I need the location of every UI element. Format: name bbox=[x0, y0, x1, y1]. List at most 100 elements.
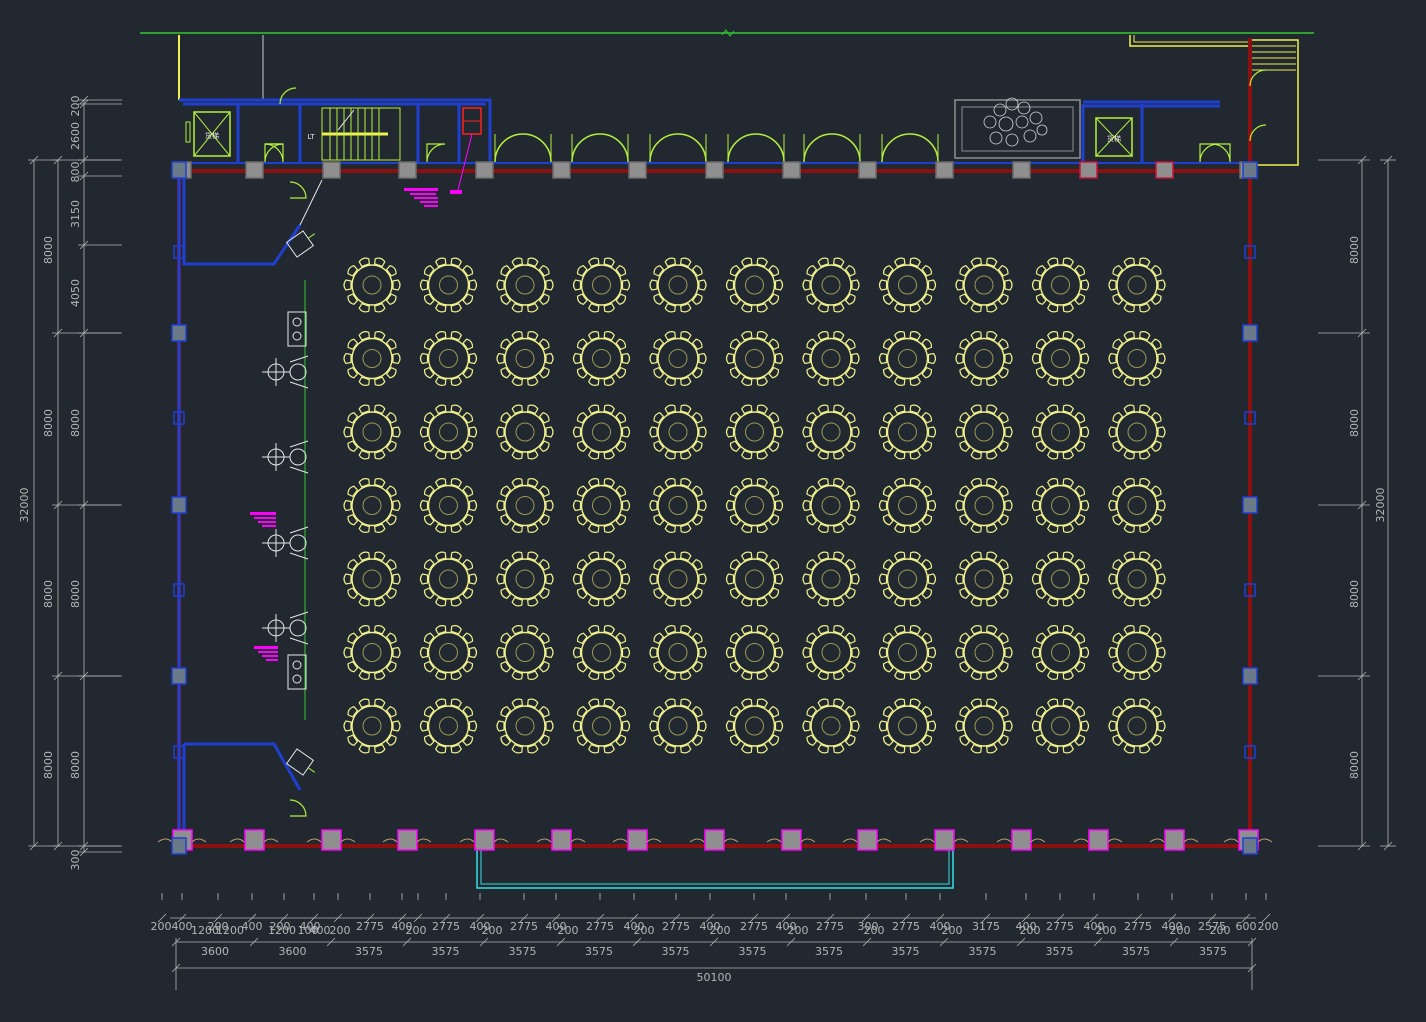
chair bbox=[698, 426, 707, 438]
chair bbox=[959, 587, 971, 599]
banquet-table bbox=[1108, 624, 1166, 681]
banquet-table bbox=[802, 404, 860, 460]
chair bbox=[468, 279, 478, 291]
chair bbox=[882, 513, 894, 526]
chair bbox=[955, 426, 964, 438]
banquet-table bbox=[1108, 477, 1166, 534]
chair bbox=[802, 426, 811, 438]
banquet-table bbox=[649, 257, 707, 313]
chair bbox=[1035, 338, 1047, 351]
chair bbox=[774, 573, 784, 585]
chair bbox=[921, 485, 933, 498]
chair bbox=[1035, 513, 1047, 526]
chair bbox=[955, 352, 964, 365]
chair bbox=[576, 587, 588, 599]
banquet-table bbox=[343, 404, 401, 460]
banquet-table bbox=[955, 551, 1013, 607]
banquet-table bbox=[1108, 330, 1166, 387]
chair bbox=[615, 440, 627, 452]
chair bbox=[882, 587, 894, 599]
chair bbox=[729, 366, 741, 379]
chair bbox=[959, 485, 971, 498]
dimension-text: 200 bbox=[1170, 924, 1191, 937]
dimension-text: 3575 bbox=[662, 945, 690, 958]
chair bbox=[419, 426, 429, 438]
chair bbox=[423, 293, 435, 305]
dimension-text: 2775 bbox=[356, 920, 384, 933]
chair bbox=[768, 660, 780, 673]
chair bbox=[1150, 513, 1162, 526]
dimension-text: 2600 bbox=[69, 122, 82, 150]
chair bbox=[347, 293, 359, 305]
chair bbox=[500, 513, 512, 526]
chair bbox=[1150, 632, 1162, 645]
chair bbox=[806, 513, 818, 526]
chair bbox=[1112, 559, 1124, 571]
banquet-table bbox=[725, 330, 784, 387]
column bbox=[1242, 161, 1258, 179]
chair bbox=[1150, 559, 1162, 571]
chair bbox=[729, 412, 741, 424]
chair bbox=[462, 485, 474, 498]
door-swing bbox=[1199, 143, 1219, 163]
chair bbox=[653, 734, 665, 746]
dimension-text: 2775 bbox=[1124, 920, 1152, 933]
banquet-table bbox=[419, 624, 478, 681]
door-swing bbox=[727, 133, 785, 163]
column bbox=[398, 161, 417, 179]
chair bbox=[1108, 499, 1117, 512]
chair bbox=[882, 485, 894, 498]
chair bbox=[1080, 426, 1090, 438]
chair bbox=[959, 366, 971, 379]
chair bbox=[1157, 352, 1166, 365]
chair bbox=[927, 646, 937, 659]
door-swing bbox=[803, 133, 861, 163]
dimension-text: 2775 bbox=[510, 920, 538, 933]
chair bbox=[649, 279, 658, 291]
column bbox=[245, 161, 264, 179]
column bbox=[171, 667, 187, 685]
chair bbox=[1150, 265, 1162, 277]
chair bbox=[576, 338, 588, 351]
chair bbox=[729, 706, 741, 718]
chair bbox=[851, 573, 860, 585]
chair bbox=[844, 366, 856, 379]
chair bbox=[572, 352, 582, 365]
chair bbox=[538, 632, 550, 645]
dimension-text: 3575 bbox=[1199, 945, 1227, 958]
chair bbox=[1074, 338, 1086, 351]
chair bbox=[615, 513, 627, 526]
banquet-table bbox=[955, 404, 1013, 460]
chair bbox=[392, 646, 401, 659]
chair bbox=[959, 660, 971, 673]
chair bbox=[691, 632, 703, 645]
chair bbox=[997, 660, 1009, 673]
chair bbox=[927, 426, 937, 438]
chair bbox=[921, 706, 933, 718]
chair bbox=[538, 587, 550, 599]
chair bbox=[462, 293, 474, 305]
dimension-text: 200 bbox=[482, 924, 503, 937]
dimension-total: 32000 bbox=[18, 488, 31, 523]
banquet-table bbox=[496, 257, 554, 313]
chair bbox=[851, 499, 860, 512]
chair bbox=[1108, 352, 1117, 365]
chair bbox=[997, 559, 1009, 571]
dimension-text: 8000 bbox=[69, 409, 82, 437]
chair bbox=[774, 646, 784, 659]
chair bbox=[538, 440, 550, 452]
chair bbox=[576, 366, 588, 379]
banquet-table bbox=[955, 624, 1013, 681]
chair bbox=[1112, 366, 1124, 379]
chair bbox=[882, 559, 894, 571]
chair bbox=[653, 485, 665, 498]
chair bbox=[653, 338, 665, 351]
banquet-table bbox=[572, 698, 631, 754]
chair bbox=[806, 366, 818, 379]
banquet-table bbox=[802, 477, 860, 534]
dimension-text: 3575 bbox=[892, 945, 920, 958]
banquet-table bbox=[496, 477, 554, 534]
chair bbox=[729, 734, 741, 746]
dimension-text: 3575 bbox=[739, 945, 767, 958]
chair bbox=[691, 338, 703, 351]
